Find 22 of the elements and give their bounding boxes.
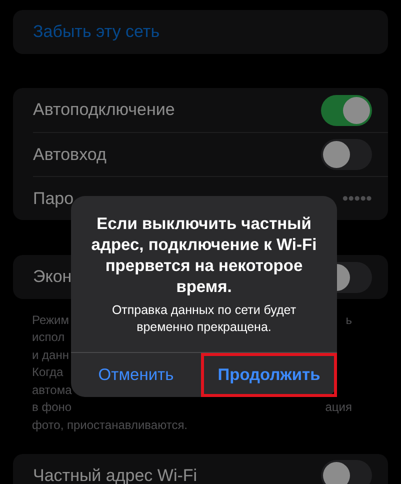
setting-label: Экон [33, 266, 72, 288]
footer-text: ь [346, 312, 352, 329]
footer-text: фото, приостанавливаются. [32, 416, 188, 434]
toggle-switch[interactable] [321, 94, 372, 126]
setting-label: Частный адрес Wi-Fi [33, 464, 198, 484]
footer-text: и данн [32, 346, 69, 364]
footer-text: автома [32, 382, 72, 399]
toggle-switch[interactable] [321, 460, 372, 484]
toggle-switch[interactable] [321, 139, 372, 170]
footer-text: Когда [32, 364, 64, 382]
setting-label: Автоподключение [33, 99, 175, 122]
setting-label: Паро [33, 188, 74, 210]
alert-button[interactable]: Отменить [71, 353, 201, 397]
password-dots: ••••• [342, 188, 372, 210]
footer-text: Режим [32, 312, 69, 329]
alert-title: Если выключить частный адрес, подключение к Wi-Fi прервется на некоторое время. [90, 214, 318, 298]
footer-text: ация [325, 399, 352, 416]
footer-text: испол [32, 329, 65, 346]
setting-label: Автовход [33, 144, 106, 166]
alert-button[interactable]: Продолжить [201, 353, 337, 397]
footer-text: в фоно [32, 399, 72, 416]
alert-message: Отправка данных по сети будет временно прекращена. [110, 302, 298, 336]
